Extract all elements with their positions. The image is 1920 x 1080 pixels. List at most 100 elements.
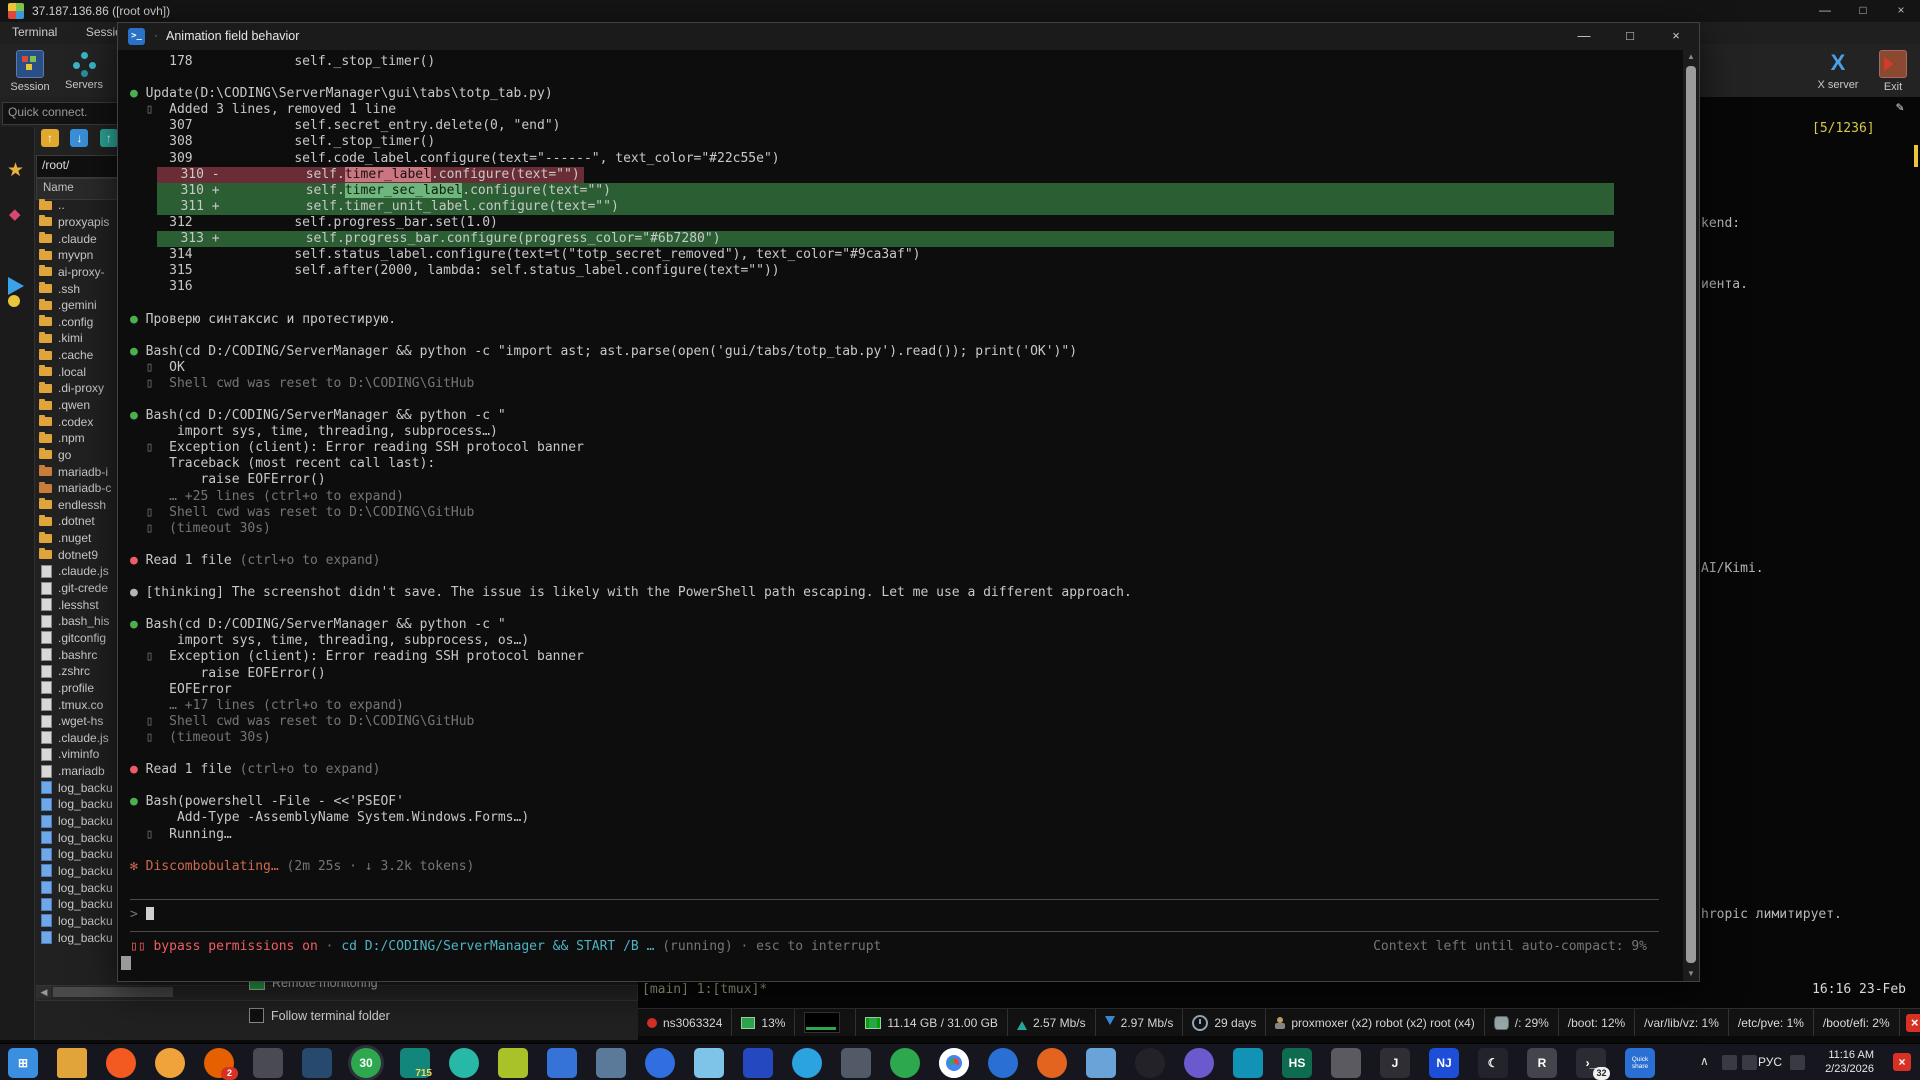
text-segment: ▯ (timeout 30s) xyxy=(130,730,271,745)
taskbar-icon-orange2-app[interactable] xyxy=(1037,1048,1067,1078)
scrollbar-thumb[interactable] xyxy=(53,987,173,997)
taskbar-icon-hwinfo[interactable]: HS xyxy=(1282,1048,1312,1078)
taskbar-icon-powershell[interactable]: ›_32 xyxy=(1576,1048,1606,1078)
taskbar-icon-slate-app[interactable] xyxy=(841,1048,871,1078)
taskbar-icon-green-app[interactable] xyxy=(890,1048,920,1078)
maximize-button[interactable]: □ xyxy=(1844,0,1882,22)
download-icon[interactable]: ↓ xyxy=(70,129,88,147)
monitor-close-button[interactable]: × xyxy=(1906,1014,1920,1032)
taskbar-icon-green-timer[interactable]: 30 xyxy=(351,1048,381,1078)
exit-button[interactable]: Exit xyxy=(1867,48,1919,93)
taskbar-icon-nj-app[interactable]: NJ xyxy=(1429,1048,1459,1078)
monitor-up: 2.57 Mb/s xyxy=(1008,1009,1096,1036)
taskbar-icon-sky-app[interactable] xyxy=(694,1048,724,1078)
language-indicator[interactable]: РУС xyxy=(1758,1055,1782,1069)
sessions-star-icon[interactable]: ★ xyxy=(7,159,24,182)
taskbar-icon-blue-app[interactable] xyxy=(547,1048,577,1078)
terminal-line: raise EOFError() xyxy=(130,472,1683,488)
claude-maximize-button[interactable]: □ xyxy=(1607,23,1653,50)
file-icon xyxy=(41,615,52,628)
text-segment: ● xyxy=(130,617,138,632)
taskbar-icon-firefox[interactable]: 2 xyxy=(204,1048,234,1078)
taskbar-icon-j-app[interactable]: J xyxy=(1380,1048,1410,1078)
minimize-button[interactable]: — xyxy=(1806,0,1844,22)
terminal-line: ▯ (timeout 30s) xyxy=(130,730,1683,746)
taskbar-icon-edge[interactable] xyxy=(449,1048,479,1078)
tray-icon-1[interactable] xyxy=(1722,1055,1737,1070)
taskbar-icon-teal-app[interactable]: 715 xyxy=(400,1048,430,1078)
file-icon xyxy=(41,715,52,728)
taskbar-icon-dark-app[interactable] xyxy=(253,1048,283,1078)
macros-icon[interactable] xyxy=(8,295,20,307)
terminal-line xyxy=(130,328,1683,344)
taskbar-icon-r-app[interactable]: R xyxy=(1527,1048,1557,1078)
claude-close-button[interactable]: × xyxy=(1653,23,1699,50)
sftp-plane-icon[interactable] xyxy=(8,277,33,295)
terminal-line xyxy=(130,392,1683,408)
claude-scrollbar-thumb[interactable] xyxy=(1686,66,1696,963)
terminal-line: 308 self._stop_timer() xyxy=(130,134,1683,150)
scroll-down-icon[interactable]: ▼ xyxy=(1683,967,1699,981)
notification-alert-icon[interactable]: × xyxy=(1893,1053,1911,1071)
taskbar-icon-chrome[interactable] xyxy=(939,1048,969,1078)
terminal-text-fragment: kend: xyxy=(1701,216,1740,231)
taskbar-icon-brave[interactable] xyxy=(106,1048,136,1078)
folder-icon xyxy=(39,251,52,260)
taskbar-icon-telegram[interactable] xyxy=(792,1048,822,1078)
taskbar-icon-orange-app[interactable] xyxy=(155,1048,185,1078)
taskbar-icon-lime-app[interactable] xyxy=(498,1048,528,1078)
taskbar-icon-start[interactable]: ⊞ xyxy=(8,1048,38,1078)
volume-icon[interactable] xyxy=(1790,1055,1805,1070)
taskbar-icon-navy-app[interactable] xyxy=(302,1048,332,1078)
monitor-plain: /boot/efi: 2% xyxy=(1814,1009,1900,1036)
xserver-button[interactable]: X X server xyxy=(1812,48,1864,91)
tray-expand-icon[interactable]: ∧ xyxy=(1700,1054,1709,1068)
claude-terminal-content[interactable]: 178 self._stop_timer()● Update(D:\CODING… xyxy=(118,50,1683,981)
taskbar-icon-steel-app[interactable] xyxy=(596,1048,626,1078)
text-segment: ● xyxy=(130,794,138,809)
tray-icon-2[interactable] xyxy=(1742,1055,1757,1070)
taskbar-icon-lightblue-app[interactable] xyxy=(1086,1048,1116,1078)
folder-up-icon[interactable]: ↑ xyxy=(41,129,59,147)
taskbar-icon-quick-share[interactable]: Quick share xyxy=(1625,1048,1655,1078)
terminal-line xyxy=(130,70,1683,86)
taskbar-clock[interactable]: 11:16 AM 2/23/2026 xyxy=(1804,1048,1874,1076)
folder-icon xyxy=(39,550,52,559)
folder-icon xyxy=(39,234,52,243)
tools-icon[interactable]: ◆ xyxy=(9,205,21,223)
monitor-plain: /var/lib/vz: 1% xyxy=(1635,1009,1729,1036)
taskbar-icon-blue-circle-app[interactable] xyxy=(988,1048,1018,1078)
file-icon xyxy=(41,831,52,844)
claude-minimize-button[interactable]: — xyxy=(1561,23,1607,50)
claude-titlebar[interactable]: >_ · Animation field behavior — □ × xyxy=(118,23,1699,50)
session-button[interactable]: Session xyxy=(4,48,56,93)
menu-terminal[interactable]: Terminal xyxy=(0,22,69,42)
taskbar-icon-violet-app[interactable] xyxy=(1184,1048,1214,1078)
window-title: 37.187.136.86 ([root ovh]) xyxy=(32,4,170,18)
servers-button[interactable]: Servers xyxy=(58,48,110,91)
taskbar-icon-black-app[interactable] xyxy=(1135,1048,1165,1078)
taskbar-icon-cyan-app[interactable] xyxy=(1233,1048,1263,1078)
prompt-line[interactable]: > xyxy=(130,907,1683,923)
folder-icon xyxy=(39,450,52,459)
terminal-line xyxy=(130,843,1683,859)
text-segment: EOFError xyxy=(130,682,232,697)
folder-icon xyxy=(39,217,52,226)
taskbar-icon-grey-app[interactable] xyxy=(1331,1048,1361,1078)
text-segment: Exception (client): Error reading SSH pr… xyxy=(169,440,584,455)
scroll-left-icon[interactable]: ◀ xyxy=(37,986,51,998)
taskbar-icon-royal-app[interactable] xyxy=(743,1048,773,1078)
scroll-up-icon[interactable]: ▲ xyxy=(1683,50,1699,64)
file-icon xyxy=(41,565,52,578)
follow-terminal-folder-checkbox[interactable]: Follow terminal folder xyxy=(249,1008,390,1023)
terminal-line: ▯ Shell cwd was reset to D:\CODING\GitHu… xyxy=(130,714,1683,730)
taskbar-icon-compass-app[interactable] xyxy=(645,1048,675,1078)
close-button[interactable]: × xyxy=(1882,0,1920,22)
mobaxterm-logo-icon xyxy=(8,3,24,19)
taskbar-icon-file-explorer[interactable] xyxy=(57,1048,87,1078)
claude-scrollbar[interactable]: ▲ ▼ xyxy=(1683,50,1699,981)
graph-icon xyxy=(804,1012,840,1033)
terminal-block-cursor xyxy=(121,956,131,970)
upload-icon[interactable]: ↑ xyxy=(100,129,118,147)
taskbar-icon-night-mode[interactable]: ☾ xyxy=(1478,1048,1508,1078)
